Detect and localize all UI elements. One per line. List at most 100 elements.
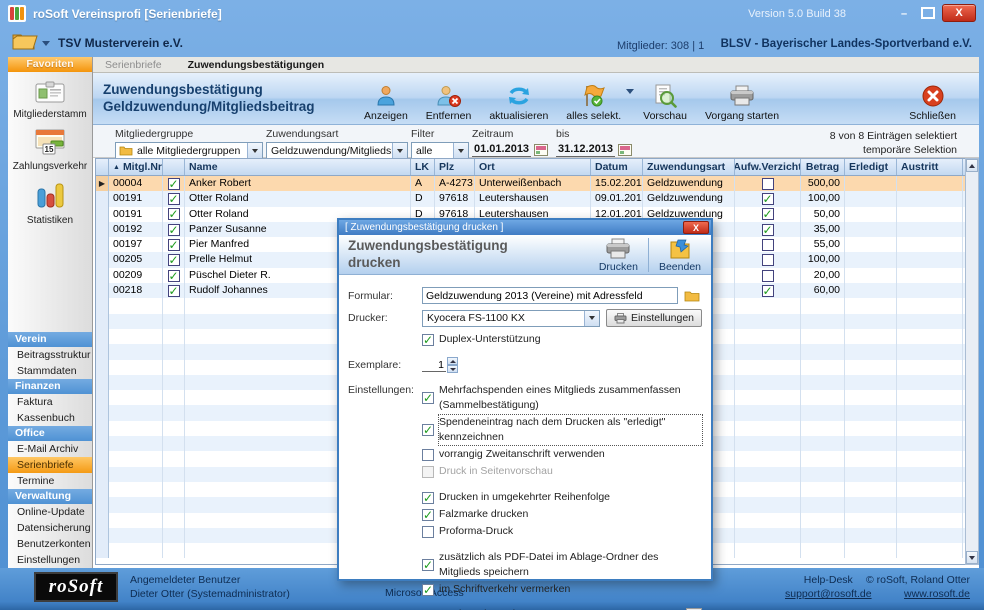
- table-row[interactable]: 00191Otter RolandD97618Leutershausen09.0…: [96, 191, 976, 206]
- row-checkbox[interactable]: [168, 224, 180, 236]
- option-checkbox[interactable]: [422, 526, 434, 538]
- column-header-erledigt[interactable]: Erledigt: [845, 159, 897, 175]
- browse-formular-button[interactable]: [682, 288, 702, 304]
- column-header-plz[interactable]: Plz: [435, 159, 475, 175]
- row-checkbox[interactable]: [168, 239, 180, 251]
- row-checkbox[interactable]: [168, 285, 180, 297]
- sidebar-item-kassenbuch[interactable]: Kassenbuch: [8, 410, 92, 426]
- option-checkbox[interactable]: [422, 584, 434, 596]
- sidebar-item-benutzerkonten[interactable]: Benutzerkonten: [8, 536, 92, 552]
- column-header-ort[interactable]: Ort: [475, 159, 591, 175]
- option-row[interactable]: zusätzlich als PDF-Datei im Ablage-Ordne…: [422, 550, 702, 580]
- duplex-checkbox[interactable]: [422, 334, 434, 346]
- option-row[interactable]: Mehrfachspenden eines Mitglieds zusammen…: [422, 383, 702, 413]
- column-header-aufw-verzicht[interactable]: Aufw.Verzicht: [735, 159, 801, 175]
- exemplare-stepper[interactable]: 1: [422, 357, 458, 373]
- option-checkbox[interactable]: [422, 466, 434, 478]
- row-checkbox[interactable]: [168, 208, 180, 220]
- sidebar-favorite-statistiken[interactable]: Statistiken: [8, 172, 92, 226]
- helpdesk-link[interactable]: support@rosoft.de: [785, 587, 872, 601]
- aufwverzicht-checkbox[interactable]: [762, 193, 774, 205]
- sidebar-item-faktura[interactable]: Faktura: [8, 394, 92, 410]
- option-row[interactable]: Drucken in umgekehrter Reihenfolge: [422, 490, 702, 505]
- close-window-button[interactable]: X: [942, 4, 976, 22]
- aufwverzicht-checkbox[interactable]: [762, 208, 774, 220]
- sidebar-item-beitragsstruktur[interactable]: Beitragsstruktur: [8, 347, 92, 363]
- zeitraum-date-field[interactable]: 01.01.2013: [472, 142, 531, 157]
- table-row[interactable]: ▶00004Anker RobertAA-4273Unterweißenbach…: [96, 176, 976, 191]
- sidebar-item-termine[interactable]: Termine: [8, 473, 92, 489]
- mitgliedergruppe-select[interactable]: alle Mitgliedergruppen: [115, 142, 263, 159]
- table-header[interactable]: ▲Mitgl.Nr. NameLKPlzOrtDatumZuwendungsart…: [96, 159, 976, 176]
- zuwendungsart-select[interactable]: Geldzuwendung/Mitgliedsbeitrag: [266, 142, 408, 159]
- column-header-blank[interactable]: [163, 159, 185, 175]
- column-header-zuwendungsart[interactable]: Zuwendungsart: [643, 159, 735, 175]
- entfernen-button[interactable]: Entfernen: [417, 76, 481, 122]
- sidebar-item-stammdaten[interactable]: Stammdaten: [8, 363, 92, 379]
- row-checkbox[interactable]: [168, 254, 180, 266]
- drucker-einstellungen-button[interactable]: Einstellungen: [606, 309, 702, 327]
- sidebar-item-serienbriefe[interactable]: Serienbriefe: [8, 457, 92, 473]
- filter-select[interactable]: alle: [411, 142, 469, 159]
- row-checkbox[interactable]: [168, 270, 180, 282]
- website-link[interactable]: www.rosoft.de: [866, 587, 970, 601]
- vorschau-button[interactable]: Vorschau: [634, 76, 696, 122]
- column-header-datum[interactable]: Datum: [591, 159, 643, 175]
- exemplare-value[interactable]: 1: [422, 359, 446, 372]
- club-dropdown-caret[interactable]: [42, 41, 50, 46]
- option-checkbox[interactable]: [422, 424, 434, 436]
- tab-serienbriefe[interactable]: Serienbriefe: [105, 59, 162, 71]
- formular-input[interactable]: Geldzuwendung 2013 (Vereine) mit Adressf…: [422, 287, 678, 304]
- option-checkbox[interactable]: [422, 449, 434, 461]
- dropdown-caret[interactable]: [626, 89, 634, 94]
- aufwverzicht-checkbox[interactable]: [762, 270, 774, 282]
- sidebar-item-online-update[interactable]: Online-Update: [8, 504, 92, 520]
- sidebar-item-e-mail-archiv[interactable]: E-Mail Archiv: [8, 441, 92, 457]
- vertical-scrollbar[interactable]: [965, 158, 979, 565]
- dialog-close-button[interactable]: X: [683, 221, 709, 234]
- option-row[interactable]: Spendeneintrag nach dem Drucken als "erl…: [422, 415, 702, 445]
- option-row[interactable]: im Schriftverkehr vermerken: [422, 582, 702, 597]
- column-header-name[interactable]: Name: [185, 159, 411, 175]
- duplex-checkbox-row[interactable]: Duplex-Unterstützung: [422, 332, 541, 347]
- club-folder-icon[interactable]: [12, 31, 38, 51]
- option-checkbox[interactable]: [422, 392, 434, 404]
- calendar-icon[interactable]: [534, 144, 548, 156]
- column-header-betrag[interactable]: Betrag: [801, 159, 845, 175]
- column-header-lk[interactable]: LK: [411, 159, 435, 175]
- aktualisieren-button[interactable]: aktualisieren: [480, 76, 557, 122]
- calendar-icon[interactable]: [618, 144, 632, 156]
- drucken-button[interactable]: Drucken: [589, 236, 648, 274]
- drucker-select[interactable]: Kyocera FS-1100 KX: [422, 310, 600, 327]
- minimize-button[interactable]: –: [894, 4, 914, 21]
- row-checkbox[interactable]: [168, 178, 180, 190]
- option-checkbox[interactable]: [422, 492, 434, 504]
- vorgang-starten-button[interactable]: Vorgang starten: [696, 76, 788, 122]
- aufwverzicht-checkbox[interactable]: [762, 178, 774, 190]
- schliessen-button[interactable]: Schließen: [900, 76, 965, 122]
- option-checkbox[interactable]: [422, 559, 434, 571]
- bis-date-field[interactable]: 31.12.2013: [556, 142, 615, 157]
- row-checkbox[interactable]: [168, 193, 180, 205]
- aufwverzicht-checkbox[interactable]: [762, 224, 774, 236]
- column-header-austritt[interactable]: Austritt: [897, 159, 963, 175]
- maximize-button[interactable]: [921, 7, 935, 19]
- option-row[interactable]: Proforma-Druck: [422, 524, 702, 539]
- scroll-up-button[interactable]: [966, 159, 978, 172]
- anzeigen-button[interactable]: Anzeigen: [355, 76, 417, 122]
- spinner-buttons[interactable]: [447, 357, 458, 373]
- sidebar-item-datensicherung[interactable]: Datensicherung: [8, 520, 92, 536]
- column-header-mitglnr[interactable]: ▲Mitgl.Nr.: [109, 159, 163, 175]
- sidebar-favorite-mitgliederstamm[interactable]: Mitgliederstamm: [8, 72, 92, 120]
- aufwverzicht-checkbox[interactable]: [762, 254, 774, 266]
- option-row[interactable]: vorrangig Zweitanschrift verwenden: [422, 447, 702, 462]
- beenden-button[interactable]: Beenden: [649, 236, 711, 274]
- alles-selekt--button[interactable]: alles selekt.: [557, 76, 630, 122]
- sidebar-item-einstellungen[interactable]: Einstellungen: [8, 552, 92, 568]
- tab-zuwendungsbestätigungen[interactable]: Zuwendungsbestätigungen: [188, 59, 325, 71]
- column-header-blank[interactable]: [96, 159, 109, 175]
- option-row[interactable]: Falzmarke drucken: [422, 507, 702, 522]
- aufwverzicht-checkbox[interactable]: [762, 239, 774, 251]
- option-row[interactable]: Druck in Seitenvorschau: [422, 464, 702, 479]
- aufwverzicht-checkbox[interactable]: [762, 285, 774, 297]
